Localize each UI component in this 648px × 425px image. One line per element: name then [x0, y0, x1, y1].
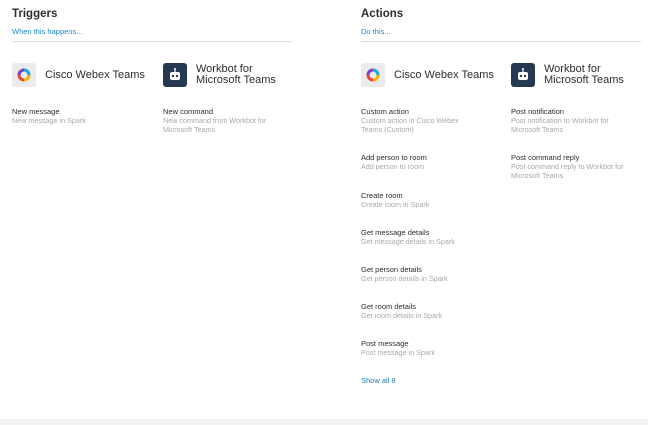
show-all-actions-link[interactable]: Show all 8 [361, 376, 396, 385]
action-item-desc: Post message in Spark [361, 348, 435, 357]
action-app-webex[interactable]: Cisco Webex Teams [361, 62, 494, 88]
action-item-post-notification[interactable]: Post notification Post notification to W… [511, 107, 641, 134]
action-item-desc: Custom action in Cisco Webex Teams (Cust… [361, 116, 459, 134]
action-item-get-person-details[interactable]: Get person details Get person details in… [361, 265, 491, 283]
trigger-app-workbot-name-line2: Microsoft Teams [196, 74, 276, 86]
trigger-app-workbot-name: Workbot for Microsoft Teams [196, 64, 276, 86]
action-item-custom-action[interactable]: Custom action Custom action in Cisco Web… [361, 107, 491, 134]
action-item-title: Custom action [361, 107, 409, 116]
trigger-item-title: New command [163, 107, 214, 116]
trigger-item-desc: New command from Workbot for Microsoft T… [163, 116, 267, 134]
workbot-icon [163, 63, 187, 87]
action-item-desc: Create room in Spark [361, 200, 430, 209]
action-item-create-room[interactable]: Create room Create room in Spark [361, 191, 491, 209]
trigger-item-title: New message [12, 107, 60, 116]
triggers-subtitle: When this happens... [12, 27, 83, 36]
action-item-post-message[interactable]: Post message Post message in Spark [361, 339, 491, 357]
trigger-app-workbot[interactable]: Workbot for Microsoft Teams [163, 62, 276, 88]
actions-subtitle: Do this... [361, 27, 391, 36]
webex-teams-icon [361, 63, 385, 87]
trigger-app-webex-name: Cisco Webex Teams [45, 68, 145, 81]
action-item-desc: Post command reply to Workbot for Micros… [511, 162, 624, 180]
trigger-item-new-message[interactable]: New message New message in Spark [12, 107, 142, 125]
action-item-title: Get message details [361, 228, 430, 237]
workbot-icon [511, 63, 535, 87]
action-item-title: Post notification [511, 107, 564, 116]
trigger-item-desc: New message in Spark [12, 116, 86, 125]
actions-title: Actions [361, 8, 404, 20]
action-item-desc: Get message details in Spark [361, 237, 455, 246]
action-item-desc: Get person details in Spark [361, 274, 448, 283]
footer-bar [0, 419, 648, 425]
action-item-title: Add person to room [361, 153, 427, 162]
trigger-app-webex[interactable]: Cisco Webex Teams [12, 62, 145, 88]
trigger-item-new-command[interactable]: New command New command from Workbot for… [163, 107, 293, 134]
action-app-workbot[interactable]: Workbot for Microsoft Teams [511, 62, 624, 88]
action-item-title: Get person details [361, 265, 422, 274]
action-app-workbot-name-line2: Microsoft Teams [544, 74, 624, 86]
action-item-title: Create room [361, 191, 403, 200]
triggers-divider [12, 41, 292, 42]
action-item-get-room-details[interactable]: Get room details Get room details in Spa… [361, 302, 491, 320]
action-item-title: Post message [361, 339, 409, 348]
action-item-title: Post command reply [511, 153, 580, 162]
action-item-title: Get room details [361, 302, 417, 311]
action-item-get-message-details[interactable]: Get message details Get message details … [361, 228, 491, 246]
action-item-desc: Post notification to Workbot for Microso… [511, 116, 609, 134]
action-item-desc: Get room details in Spark [361, 311, 443, 320]
triggers-title: Triggers [12, 8, 58, 20]
action-item-add-person-to-room[interactable]: Add person to room Add person to room [361, 153, 491, 171]
action-app-workbot-name: Workbot for Microsoft Teams [544, 64, 624, 86]
action-app-webex-name: Cisco Webex Teams [394, 68, 494, 81]
action-item-desc: Add person to room [361, 162, 425, 171]
actions-divider [361, 41, 641, 42]
action-item-post-command-reply[interactable]: Post command reply Post command reply to… [511, 153, 641, 180]
webex-teams-icon [12, 63, 36, 87]
